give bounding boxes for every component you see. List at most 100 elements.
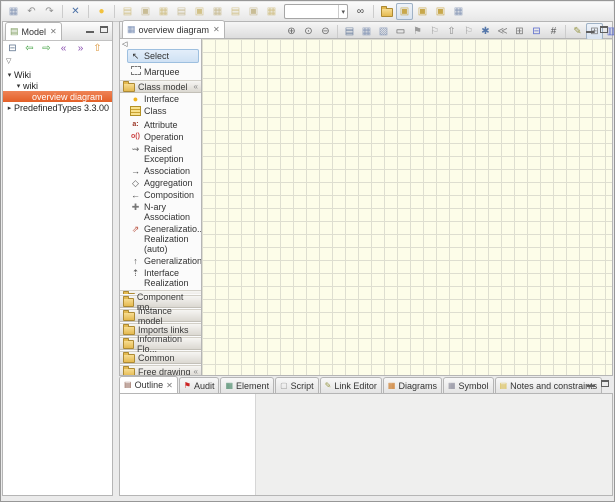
next-element-icon[interactable]: » <box>72 41 89 56</box>
undo-icon[interactable]: ↶ <box>23 3 40 20</box>
prev-element-icon[interactable]: « <box>55 41 72 56</box>
move-down-icon[interactable]: ⇩ <box>106 41 112 56</box>
uml-create-icon-5[interactable]: ▣ <box>191 3 208 20</box>
move-up-icon[interactable]: ⇧ <box>89 41 106 56</box>
pencil-icon[interactable]: ✎ <box>569 23 586 40</box>
uml-create-icon-8[interactable]: ▣ <box>245 3 262 20</box>
pin-icon[interactable]: « <box>194 368 198 376</box>
uml-create-icon-2[interactable]: ▣ <box>137 3 154 20</box>
zoom-reset-icon[interactable]: ⊙ <box>300 23 317 40</box>
binoculars-icon[interactable]: ∞ <box>352 3 369 20</box>
asterisk-icon[interactable]: ✱ <box>477 23 494 40</box>
back-icon[interactable]: ⇦ <box>21 41 38 56</box>
uml-create-icon-9[interactable]: ▦ <box>263 3 280 20</box>
palette-item-class[interactable]: Class <box>120 105 201 119</box>
tab-label: Outline <box>135 380 164 390</box>
chevron-down-icon[interactable]: ▾ <box>14 82 23 90</box>
uml-create-icon-7[interactable]: ▤ <box>227 3 244 20</box>
fit-box-icon[interactable]: ⊞ <box>511 23 528 40</box>
palette-drawer-instance-model[interactable]: Instance model <box>120 309 201 322</box>
palette-item-association[interactable]: →Association <box>120 165 201 177</box>
palette-item-generalization[interactable]: ↑Generalization <box>120 255 201 267</box>
palette-item-generalizatio-realization-auto[interactable]: ⇗Generalizatio... Realization (auto) <box>120 223 201 255</box>
tab-overview-diagram[interactable]: ▦ overview diagram ✕ <box>122 20 225 38</box>
minimize-icon[interactable] <box>587 385 595 387</box>
palette-item-aggregation[interactable]: ◇Aggregation <box>120 177 201 189</box>
perspective-icon-2[interactable]: ▣ <box>414 3 431 20</box>
close-icon[interactable]: ✕ <box>50 27 57 36</box>
tab-element[interactable]: ▦Element <box>220 377 274 393</box>
tab-model[interactable]: ▤ Model ✕ <box>5 22 62 40</box>
tab-audit[interactable]: ⚑Audit <box>179 377 220 393</box>
minimize-icon[interactable] <box>86 31 94 33</box>
uml-create-icon-6[interactable]: ▦ <box>209 3 226 20</box>
palette-drawer-class-model[interactable]: Class model« <box>120 80 201 93</box>
zoom-out-icon[interactable]: ⊖ <box>317 23 334 40</box>
palette-item-interface[interactable]: ●Interface <box>120 93 201 105</box>
open-folder-icon[interactable] <box>378 3 395 20</box>
box-bottom-icon[interactable]: ⊟ <box>528 23 545 40</box>
redo-icon[interactable]: ↷ <box>41 3 58 20</box>
uml-create-icon-1[interactable]: ▤ <box>119 3 136 20</box>
symbol-icon: ▦ <box>448 382 456 390</box>
search-combo[interactable]: ▾ <box>284 4 348 19</box>
forward-icon[interactable]: ⇨ <box>38 41 55 56</box>
tree-item-wiki[interactable]: ▾Wiki <box>3 69 112 80</box>
flag-icon[interactable]: ⚑ <box>409 23 426 40</box>
pin-icon[interactable]: « <box>194 83 198 91</box>
flag-mirrored-icon[interactable]: ⚐ <box>460 23 477 40</box>
maximize-icon[interactable] <box>601 380 609 387</box>
tab-symbol[interactable]: ▦Symbol <box>443 377 494 393</box>
double-chevron-icon[interactable]: ≪ <box>494 23 511 40</box>
marquee-icon <box>131 66 141 75</box>
uml-create-icon-4[interactable]: ▤ <box>173 3 190 20</box>
perspective-icon-1[interactable]: ▣ <box>396 3 413 20</box>
minimize-icon[interactable] <box>586 31 594 33</box>
outline-view-content[interactable] <box>120 394 256 495</box>
tab-diagrams[interactable]: ▦Diagrams <box>383 377 442 393</box>
palette-item-composition[interactable]: ←Composition <box>120 189 201 201</box>
save-as-icon[interactable]: ▧ <box>375 23 392 40</box>
close-icon[interactable]: ✕ <box>166 381 173 390</box>
maximize-icon[interactable] <box>600 26 608 33</box>
palette-item-attribute[interactable]: a:Attribute <box>120 119 201 131</box>
tab-link-editor[interactable]: ✎Link Editor <box>320 377 382 393</box>
tree-item-overview-diagram[interactable]: overview diagram <box>3 91 112 102</box>
diagram-canvas[interactable] <box>202 39 612 375</box>
palette-item-interface-realization[interactable]: ⇡Interface Realization <box>120 267 201 289</box>
perspective-icon-4[interactable]: ▦ <box>450 3 467 20</box>
save-icon[interactable]: ▦ <box>5 3 22 20</box>
flag-outline-icon[interactable]: ⚐ <box>426 23 443 40</box>
close-icon[interactable]: ✕ <box>213 25 220 34</box>
hash-icon[interactable]: # <box>545 23 562 40</box>
palette-collapse-icon[interactable]: ◁ <box>120 39 201 48</box>
chevron-right-icon[interactable]: ▸ <box>5 104 14 112</box>
tab-script[interactable]: ▢Script <box>275 377 319 393</box>
palette-tool-select[interactable]: ↖Select <box>127 49 199 63</box>
collapse-all-icon[interactable]: ⊟ <box>4 41 21 56</box>
palette-drawer-information-flo[interactable]: Information Flo... <box>120 337 201 350</box>
tree-item-predefinedtypes-3-3-00[interactable]: ▸PredefinedTypes 3.3.00 <box>3 102 112 113</box>
chevron-down-icon[interactable]: ▾ <box>5 71 14 79</box>
palette-item-operation[interactable]: o()Operation <box>120 131 201 143</box>
perspective-icon-3[interactable]: ▣ <box>432 3 449 20</box>
palette-drawer-free-drawing[interactable]: Free drawing« <box>120 365 201 375</box>
tab-outline[interactable]: ▤Outline✕ <box>119 376 178 393</box>
selection-rect-icon[interactable]: ▭ <box>392 23 409 40</box>
palette-tool-marquee[interactable]: Marquee <box>127 64 199 79</box>
view-menu-icon[interactable]: ▽ <box>6 57 11 65</box>
zoom-in-icon[interactable]: ⊕ <box>283 23 300 40</box>
save-image-icon[interactable]: ▦ <box>358 23 375 40</box>
tools-icon[interactable]: ✕ <box>67 3 84 20</box>
folder-icon <box>123 340 134 349</box>
tab-notes-and-constraints[interactable]: ▤Notes and constraints <box>495 377 603 393</box>
combo-dropdown-icon[interactable]: ▾ <box>338 5 347 18</box>
tree-item-wiki[interactable]: ▾wiki <box>3 80 112 91</box>
uml-create-icon-3[interactable]: ▦ <box>155 3 172 20</box>
lightbulb-icon[interactable]: ● <box>93 3 110 20</box>
printer-icon[interactable]: ▤ <box>341 23 358 40</box>
palette-item-n-ary-association[interactable]: ✚N-ary Association <box>120 201 201 223</box>
arrow-up-page-icon[interactable]: ⇧ <box>443 23 460 40</box>
palette-item-raised-exception[interactable]: ⇝Raised Exception <box>120 143 201 165</box>
maximize-icon[interactable] <box>100 26 108 33</box>
